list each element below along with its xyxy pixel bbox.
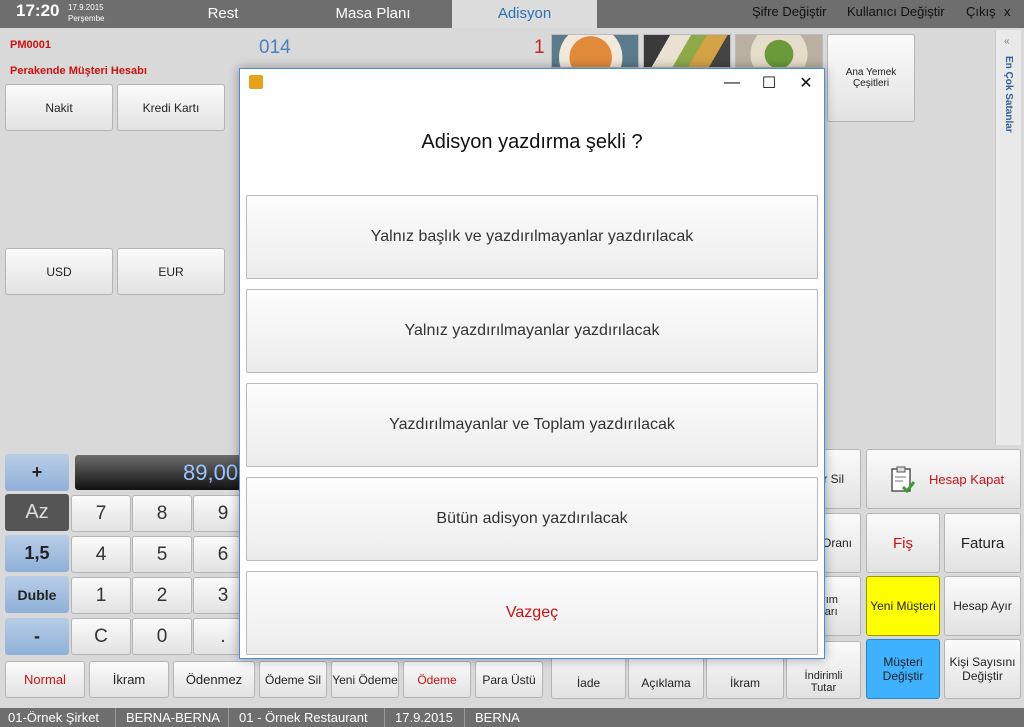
app-icon xyxy=(249,75,263,89)
amount-display: 89,00 xyxy=(75,455,245,490)
minus-button[interactable]: - xyxy=(5,618,69,655)
option-unprinted-only-button[interactable]: Yalnız yazdırılmayanlar yazdırılacak xyxy=(246,289,818,373)
normal-button[interactable]: Normal xyxy=(5,661,85,698)
date-text: 17.9.2015 xyxy=(68,3,104,12)
print-mode-dialog: — ☐ ✕ Adisyon yazdırma şekli ? Yalnız ba… xyxy=(239,68,825,659)
maximize-icon[interactable]: ☐ xyxy=(750,69,788,96)
cash-button[interactable]: Nakit xyxy=(5,84,113,131)
tab-adisyon[interactable]: Adisyon xyxy=(452,0,597,28)
status-date: 17.9.2015 xyxy=(395,710,453,725)
account-name: Perakende Müşteri Hesabı xyxy=(10,65,147,77)
status-bar: 01-Örnek Şirket BERNA-BERNA 01 - Örnek R… xyxy=(0,708,1024,727)
food-image-soup[interactable] xyxy=(551,34,639,68)
change-customer-button[interactable]: Müşteri Değiştir xyxy=(866,639,940,699)
split-account-button[interactable]: Hesap Ayır xyxy=(944,576,1021,636)
eur-button[interactable]: EUR xyxy=(117,248,225,295)
one-five-button[interactable]: 1,5 xyxy=(5,535,69,572)
key-4[interactable]: 4 xyxy=(71,536,131,573)
change-user-link[interactable]: Kullanıcı Değiştir xyxy=(847,0,945,28)
cancel-button[interactable]: Vazgeç xyxy=(246,571,818,655)
payment-button[interactable]: Ödeme xyxy=(403,661,471,698)
weekday-text: Perşembe xyxy=(68,14,105,23)
ikram-payment-button[interactable]: İkram xyxy=(89,661,169,698)
receipt-button[interactable]: Fiş xyxy=(866,513,940,573)
plus-button[interactable]: + xyxy=(5,454,69,491)
option-unprinted-and-total-button[interactable]: Yazdırılmayanlar ve Toplam yazdırılacak xyxy=(246,383,818,467)
change-button[interactable]: Para Üstü xyxy=(475,661,543,698)
category-ana-yemek-button[interactable]: Ana Yemek Çeşitleri xyxy=(827,34,915,122)
clipboard-check-icon xyxy=(889,465,916,494)
odenmez-button[interactable]: Ödenmez xyxy=(173,661,255,698)
status-user: BERNA-BERNA xyxy=(126,710,220,725)
tab-masa-plani[interactable]: Masa Planı xyxy=(298,0,448,28)
close-account-button[interactable]: Hesap Kapat xyxy=(866,449,1021,509)
close-account-label: Hesap Kapat xyxy=(929,471,1005,487)
clock-time: 17:20 xyxy=(16,1,60,20)
az-button[interactable]: Az xyxy=(5,494,69,531)
food-image-salad[interactable] xyxy=(735,34,823,68)
key-0[interactable]: 0 xyxy=(132,618,192,655)
status-operator: BERNA xyxy=(475,710,520,725)
discount-rate-label: Oranı xyxy=(821,536,852,550)
status-company: 01-Örnek Şirket xyxy=(8,710,100,725)
duble-button[interactable]: Duble xyxy=(5,576,69,613)
expand-icon[interactable]: « xyxy=(1004,36,1010,47)
usd-button[interactable]: USD xyxy=(5,248,113,295)
new-customer-button[interactable]: Yeni Müşteri xyxy=(866,576,940,636)
key-2[interactable]: 2 xyxy=(132,577,192,614)
account-code: PM0001 xyxy=(10,39,51,51)
note-label: Açıklama xyxy=(641,676,691,690)
change-guest-count-button[interactable]: Kişi Sayısını Değiştir xyxy=(944,639,1021,699)
quantity-value: 1 xyxy=(534,37,545,58)
table-number: 014 xyxy=(259,37,291,58)
credit-card-button[interactable]: Kredi Kartı xyxy=(117,84,225,131)
food-image-plate[interactable] xyxy=(643,34,731,68)
delete-payment-button[interactable]: Ödeme Sil xyxy=(259,661,327,698)
close-icon[interactable]: ✕ xyxy=(787,69,825,96)
key-5[interactable]: 5 xyxy=(132,536,192,573)
return-label: İade xyxy=(576,676,601,690)
close-app-link[interactable]: x xyxy=(1004,0,1011,28)
top-bar: 17:20 17.9.2015 Perşembe Rest Masa Planı… xyxy=(0,0,1024,28)
discounted-total-label: İndirimli Tutar xyxy=(804,670,843,694)
option-header-and-unprinted-button[interactable]: Yalnız başlık ve yazdırılmayanlar yazdır… xyxy=(246,195,818,279)
invoice-button[interactable]: Fatura xyxy=(944,513,1021,573)
dialog-titlebar[interactable]: — ☐ ✕ xyxy=(240,69,824,96)
clock-date: 17.9.2015 Perşembe xyxy=(68,2,104,24)
key-8[interactable]: 8 xyxy=(132,495,192,532)
delete-item-label: r Sil xyxy=(823,472,844,486)
option-full-receipt-button[interactable]: Bütün adisyon yazdırılacak xyxy=(246,477,818,561)
status-restaurant: 01 - Örnek Restaurant xyxy=(239,710,368,725)
key-7[interactable]: 7 xyxy=(71,495,131,532)
change-password-link[interactable]: Şifre Değiştir xyxy=(752,0,826,28)
minimize-icon[interactable]: — xyxy=(713,69,751,96)
key-1[interactable]: 1 xyxy=(71,577,131,614)
key-clear[interactable]: C xyxy=(71,618,131,655)
dialog-question: Adisyon yazdırma şekli ? xyxy=(421,131,643,153)
tab-rest[interactable]: Rest xyxy=(148,0,298,28)
complimentary-label: İkram xyxy=(730,676,760,690)
best-sellers-label: En Çok Satanlar xyxy=(1003,56,1014,133)
new-payment-button[interactable]: Yeni Ödeme xyxy=(331,661,399,698)
logout-link[interactable]: Çıkış xyxy=(966,0,996,28)
